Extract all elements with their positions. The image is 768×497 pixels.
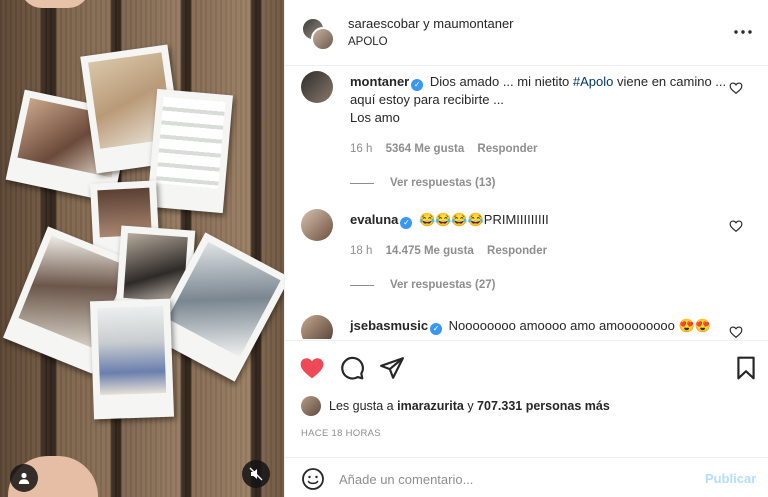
bookmark-icon[interactable] <box>733 355 759 381</box>
post-panel: saraescobar y maumontaner APOLO montaner… <box>284 0 768 497</box>
comment-text-part: Dios amado ... mi nietito <box>426 74 573 89</box>
post-subtitle[interactable]: APOLO <box>348 36 388 48</box>
divider <box>350 182 374 184</box>
emoji-icon[interactable] <box>301 467 325 491</box>
comment-time: 16 h <box>350 143 373 155</box>
comment-username[interactable]: jsebasmusic <box>350 318 428 333</box>
mute-button[interactable] <box>242 460 270 488</box>
comment-text: jsebasmusic ✓ Noooooooo amoooo amo amoooo… <box>350 317 740 335</box>
verified-badge-icon: ✓ <box>400 217 413 229</box>
comment-username[interactable]: montaner <box>350 74 409 89</box>
post-header: saraescobar y maumontaner APOLO <box>285 0 768 66</box>
avatar[interactable] <box>301 396 321 416</box>
collab-avatars[interactable] <box>301 17 335 51</box>
reply-button[interactable]: Responder <box>477 143 537 155</box>
avatar[interactable] <box>301 315 333 339</box>
comment-meta: 16 h 5364 Me gusta Responder <box>350 143 548 155</box>
avatar <box>311 27 335 51</box>
comment-likes[interactable]: 5364 Me gusta <box>386 143 465 155</box>
polaroid-photo <box>147 88 233 214</box>
heart-outline-icon[interactable] <box>729 81 743 95</box>
view-replies-label: Ver respuestas (13) <box>390 177 496 189</box>
comment-text: evaluna ✓ 😂😂😂😂PRIMIIIIIIIII <box>350 211 740 229</box>
comment-time: 18 h <box>350 245 373 257</box>
view-replies-label: Ver respuestas (27) <box>390 279 496 291</box>
author-username[interactable]: saraescobar <box>348 16 420 31</box>
hashtag-link[interactable]: #Apolo <box>573 74 613 89</box>
comment-item: montaner ✓ Dios amado ... mi nietito #Apo… <box>301 71 761 201</box>
reply-button[interactable]: Responder <box>487 245 547 257</box>
comment-text: montaner ✓ Dios amado ... mi nietito #Apo… <box>350 73 740 127</box>
liker-username[interactable]: imarazurita <box>397 399 464 413</box>
likes-prefix: Les gusta a <box>329 399 394 413</box>
post-timestamp[interactable]: HACE 18 HORAS <box>301 428 381 439</box>
author-connector: y <box>423 16 430 31</box>
user-tag-button[interactable] <box>10 464 38 492</box>
comment-item: evaluna ✓ 😂😂😂😂PRIMIIIIIIIII 18 h 14.475 M… <box>301 209 761 309</box>
avatar[interactable] <box>301 71 333 103</box>
comment-text-part: Noooooooo amoooo amo amoooooooo 😍😍 <box>445 318 711 333</box>
author-username[interactable]: maumontaner <box>433 16 513 31</box>
view-replies-button[interactable]: Ver respuestas (13) <box>350 177 495 189</box>
heart-outline-icon[interactable] <box>729 325 743 339</box>
post-image[interactable] <box>0 0 284 497</box>
add-comment-bar: Publicar <box>285 457 768 497</box>
view-replies-button[interactable]: Ver respuestas (27) <box>350 279 495 291</box>
comment-text-line2: Los amo <box>350 110 400 125</box>
post-authors: saraescobar y maumontaner <box>348 16 514 31</box>
comment-meta: 18 h 14.475 Me gusta Responder <box>350 245 557 257</box>
speaker-muted-icon <box>249 467 263 481</box>
comments-list[interactable]: montaner ✓ Dios amado ... mi nietito #Apo… <box>285 67 768 339</box>
likes-connector: y <box>467 399 474 413</box>
more-horizontal-icon <box>734 30 752 34</box>
heart-outline-icon[interactable] <box>729 219 743 233</box>
avatar[interactable] <box>301 209 333 241</box>
divider <box>350 284 374 286</box>
likes-summary: Les gusta a imarazurita y 707.331 person… <box>301 396 610 416</box>
heart-filled-icon[interactable] <box>299 355 325 381</box>
comment-text-part: 😂😂😂😂PRIMIIIIIIIII <box>415 212 549 227</box>
more-options-button[interactable] <box>731 22 755 42</box>
comment-icon[interactable] <box>339 355 365 381</box>
user-tag-icon <box>18 472 30 484</box>
comment-item: jsebasmusic ✓ Noooooooo amoooo amo amoooo… <box>301 315 761 339</box>
share-icon[interactable] <box>379 355 405 381</box>
likes-count[interactable]: 707.331 personas más <box>477 399 610 413</box>
verified-badge-icon: ✓ <box>430 323 443 335</box>
polaroid-photo <box>89 298 175 420</box>
comment-likes[interactable]: 14.475 Me gusta <box>386 245 474 257</box>
publish-button[interactable]: Publicar <box>705 471 756 486</box>
comment-input[interactable] <box>339 466 689 492</box>
comment-username[interactable]: evaluna <box>350 212 398 227</box>
verified-badge-icon: ✓ <box>411 79 424 91</box>
